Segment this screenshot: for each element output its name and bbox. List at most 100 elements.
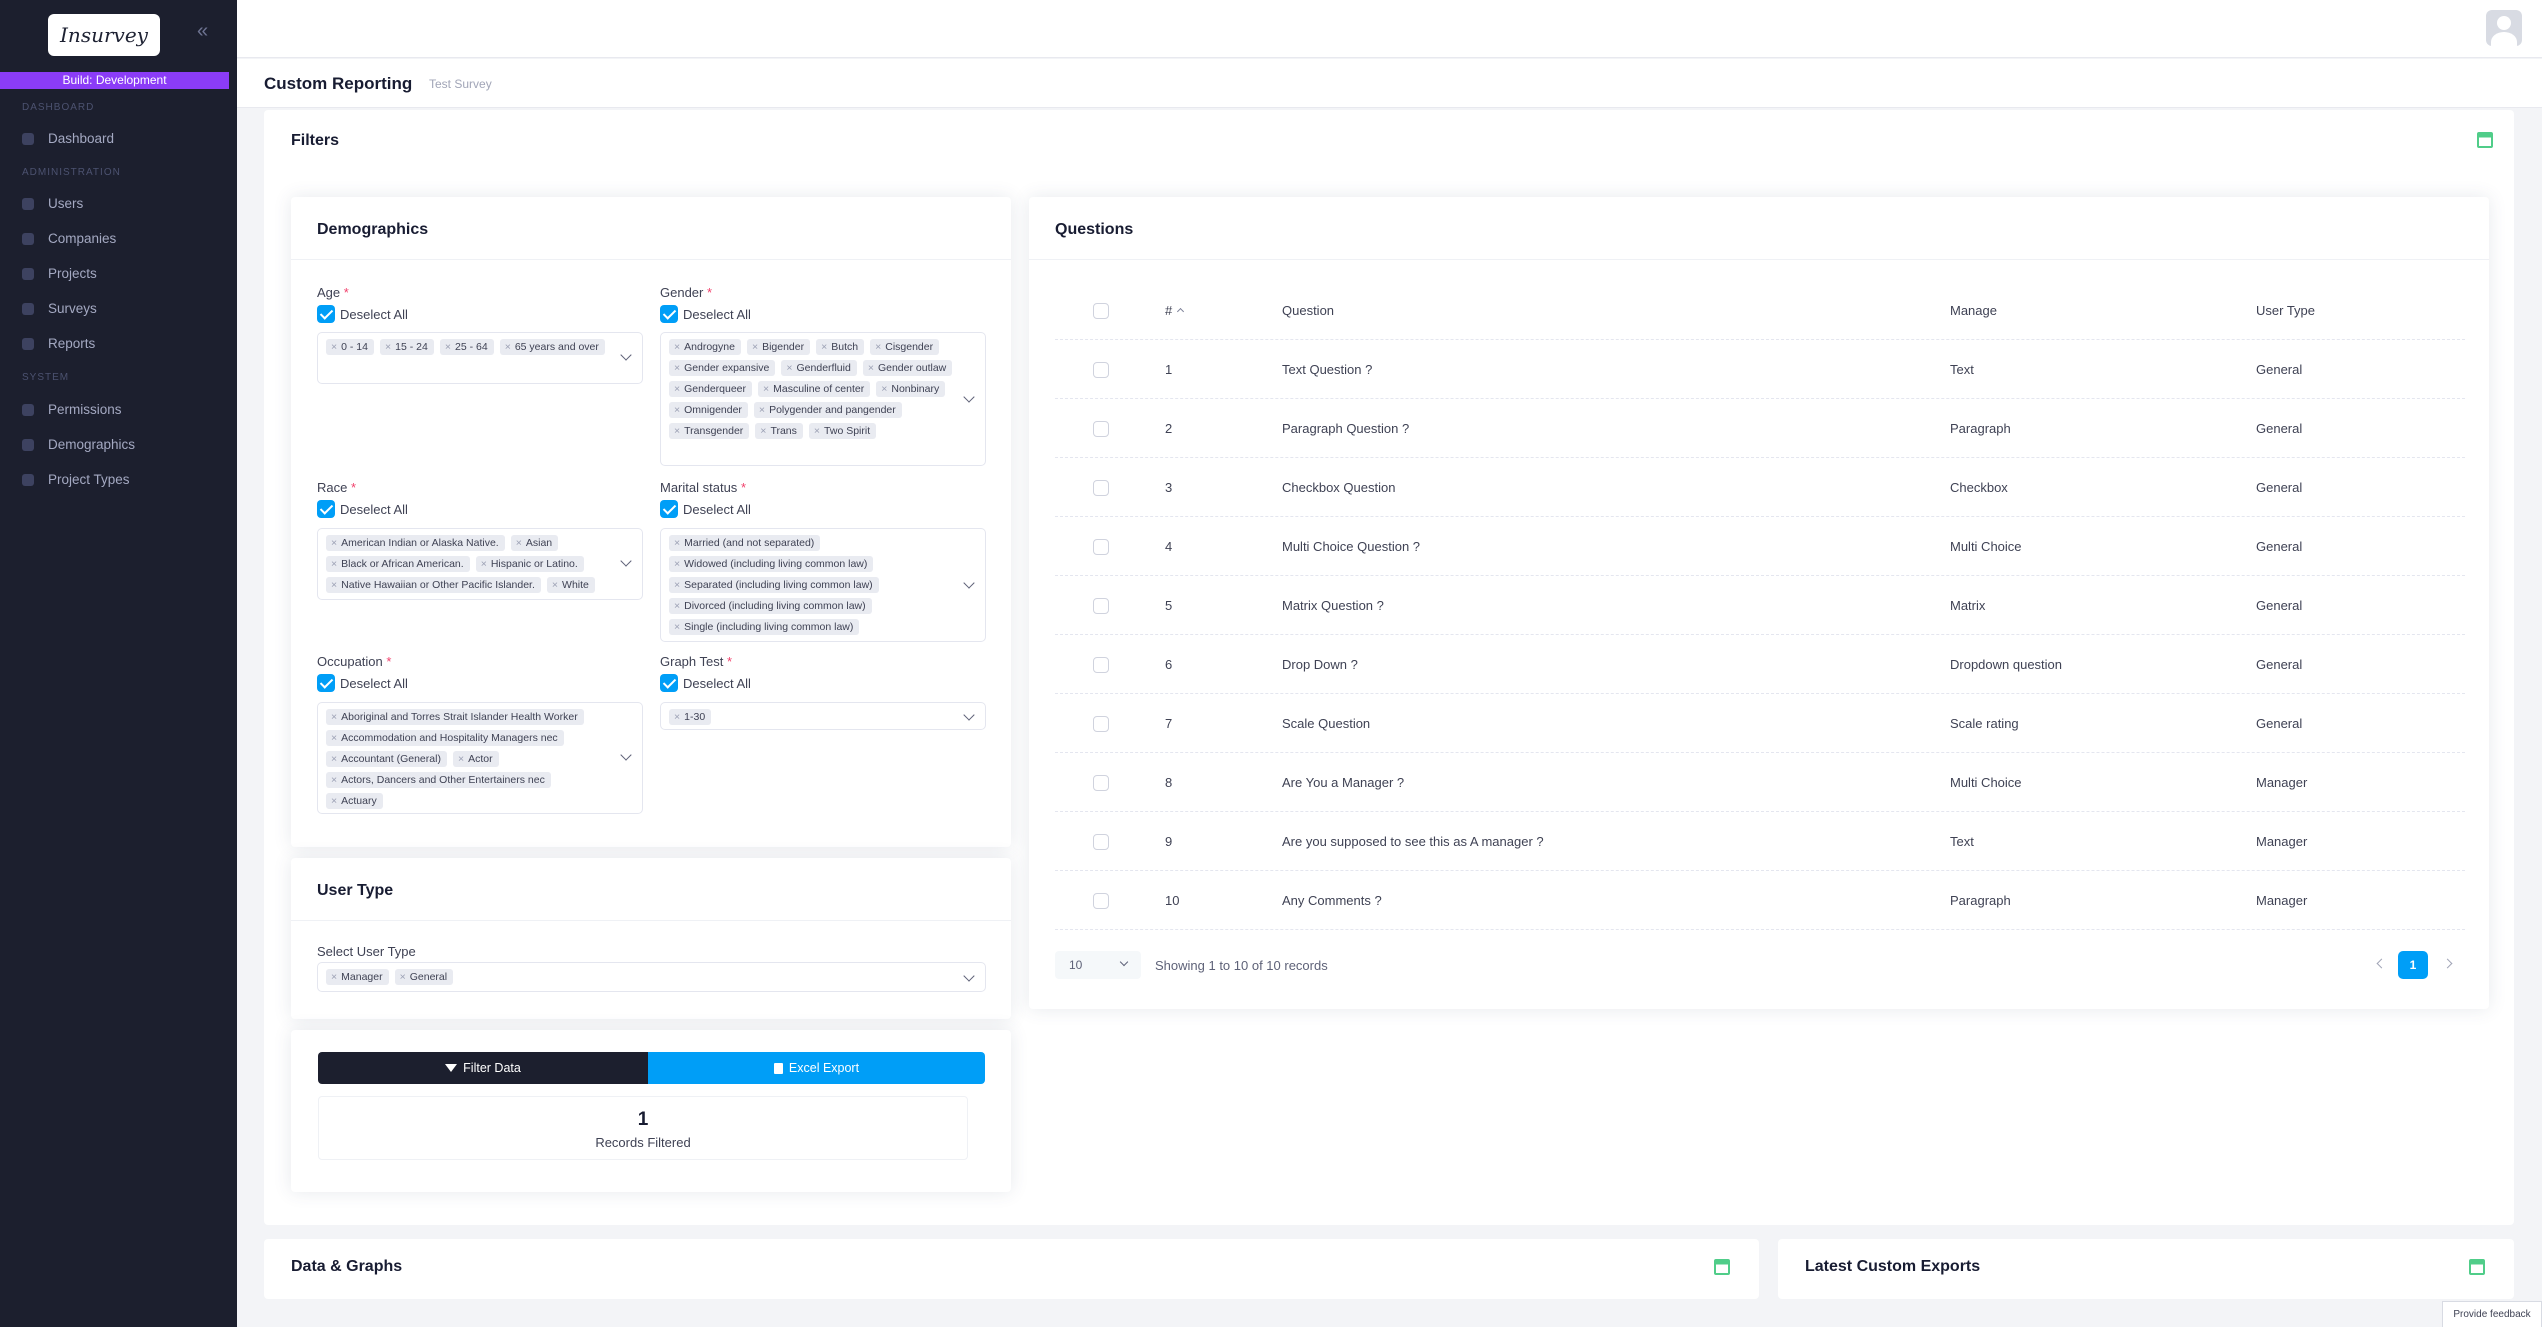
row-checkbox[interactable] [1093,893,1109,909]
table-row[interactable]: 5 Matrix Question ? Matrix General [1055,576,2465,635]
table-row[interactable]: 3 Checkbox Question Checkbox General [1055,458,2465,517]
remove-tag-icon[interactable]: × [331,558,337,570]
chevron-down-icon[interactable] [963,391,975,403]
remove-tag-icon[interactable]: × [759,404,765,416]
sidebar-item-reports[interactable]: Reports [22,336,95,351]
chevron-down-icon[interactable] [1119,957,1129,967]
header-user-type[interactable]: User Type [2256,281,2315,340]
sidebar-item-permissions[interactable]: Permissions [22,402,122,417]
remove-tag-icon[interactable]: × [385,341,391,353]
table-row[interactable]: 4 Multi Choice Question ? Multi Choice Gene… [1055,517,2465,576]
table-row[interactable]: 8 Are You a Manager ? Multi Choice Manager [1055,753,2465,812]
graph-deselect-all[interactable]: Deselect All [660,674,751,692]
remove-tag-icon[interactable]: × [516,537,522,549]
chevron-down-icon[interactable] [620,749,632,761]
remove-tag-icon[interactable]: × [674,537,680,549]
chevron-down-icon[interactable] [620,555,632,567]
user-type-select[interactable]: × Manager × General [317,962,986,992]
header-question[interactable]: Question [1282,281,1334,340]
remove-tag-icon[interactable]: × [674,362,680,374]
remove-tag-icon[interactable]: × [331,537,337,549]
remove-tag-icon[interactable]: × [331,341,337,353]
row-checkbox[interactable] [1093,834,1109,850]
race-deselect-all[interactable]: Deselect All [317,500,408,518]
table-icon[interactable] [2477,132,2493,148]
sidebar-item-projects[interactable]: Projects [22,266,97,281]
remove-tag-icon[interactable]: × [868,362,874,374]
remove-tag-icon[interactable]: × [674,558,680,570]
remove-tag-icon[interactable]: × [331,753,337,765]
row-checkbox[interactable] [1093,657,1109,673]
remove-tag-icon[interactable]: × [674,383,680,395]
remove-tag-icon[interactable]: × [760,425,766,437]
remove-tag-icon[interactable]: × [552,579,558,591]
age-deselect-all[interactable]: Deselect All [317,305,408,323]
sidebar-item-surveys[interactable]: Surveys [22,301,97,316]
remove-tag-icon[interactable]: × [674,621,680,633]
row-checkbox[interactable] [1093,539,1109,555]
collapse-sidebar-icon[interactable]: « [197,20,208,43]
remove-tag-icon[interactable]: × [331,732,337,744]
checkbox-checked-icon[interactable] [317,305,335,323]
remove-tag-icon[interactable]: × [331,579,337,591]
page-button-current[interactable]: 1 [2398,951,2428,979]
chevron-down-icon[interactable] [963,709,975,721]
remove-tag-icon[interactable]: × [331,971,337,983]
remove-tag-icon[interactable]: × [674,579,680,591]
checkbox-checked-icon[interactable] [660,305,678,323]
row-checkbox[interactable] [1093,598,1109,614]
row-checkbox[interactable] [1093,716,1109,732]
remove-tag-icon[interactable]: × [763,383,769,395]
remove-tag-icon[interactable]: × [674,425,680,437]
header-manage[interactable]: Manage [1950,281,1997,340]
graph-test-select[interactable]: × 1-30 [660,702,986,730]
remove-tag-icon[interactable]: × [875,341,881,353]
marital-deselect-all[interactable]: Deselect All [660,500,751,518]
remove-tag-icon[interactable]: × [786,362,792,374]
marital-select[interactable]: × Married (and not separated) × Widowed (in… [660,528,986,642]
sidebar-item-users[interactable]: Users [22,196,83,211]
select-all-checkbox[interactable] [1093,303,1109,319]
table-row[interactable]: 10 Any Comments ? Paragraph Manager [1055,871,2465,930]
age-select[interactable]: × 0 - 14 × 15 - 24 × 25 - 64 × 65 years and ove… [317,332,643,384]
checkbox-checked-icon[interactable] [660,674,678,692]
occupation-select[interactable]: × Aboriginal and Torres Strait Islander H… [317,702,643,814]
race-select[interactable]: × American Indian or Alaska Native. × Asian… [317,528,643,600]
remove-tag-icon[interactable]: × [331,711,337,723]
sidebar-item-demographics[interactable]: Demographics [22,437,135,452]
checkbox-checked-icon[interactable] [317,500,335,518]
remove-tag-icon[interactable]: × [331,795,337,807]
sidebar-item-project-types[interactable]: Project Types [22,472,130,487]
remove-tag-icon[interactable]: × [674,404,680,416]
user-avatar[interactable] [2486,10,2522,46]
gender-deselect-all[interactable]: Deselect All [660,305,751,323]
sidebar-item-dashboard[interactable]: Dashboard [22,131,114,146]
table-row[interactable]: 6 Drop Down ? Dropdown question General [1055,635,2465,694]
provide-feedback-button[interactable]: Provide feedback [2442,1301,2542,1327]
remove-tag-icon[interactable]: × [674,600,680,612]
remove-tag-icon[interactable]: × [674,341,680,353]
checkbox-checked-icon[interactable] [317,674,335,692]
chevron-down-icon[interactable] [620,349,632,361]
chevron-down-icon[interactable] [963,577,975,589]
checkbox-checked-icon[interactable] [660,500,678,518]
remove-tag-icon[interactable]: × [331,774,337,786]
occupation-deselect-all[interactable]: Deselect All [317,674,408,692]
table-icon[interactable] [1714,1259,1730,1275]
row-checkbox[interactable] [1093,480,1109,496]
excel-export-button[interactable]: Excel Export [648,1052,985,1084]
remove-tag-icon[interactable]: × [445,341,451,353]
filter-data-button[interactable]: Filter Data [318,1052,648,1084]
remove-tag-icon[interactable]: × [814,425,820,437]
page-size-select[interactable]: 10 [1055,951,1141,979]
table-row[interactable]: 2 Paragraph Question ? Paragraph General [1055,399,2465,458]
table-row[interactable]: 1 Text Question ? Text General [1055,340,2465,399]
remove-tag-icon[interactable]: × [481,558,487,570]
chevron-down-icon[interactable] [963,970,975,982]
table-row[interactable]: 9 Are you supposed to see this as A manag… [1055,812,2465,871]
table-icon[interactable] [2469,1259,2485,1275]
table-row[interactable]: 7 Scale Question Scale rating General [1055,694,2465,753]
row-checkbox[interactable] [1093,421,1109,437]
gender-select[interactable]: × Androgyne × Bigender × Butch × Cisgender × Gend… [660,332,986,466]
row-checkbox[interactable] [1093,362,1109,378]
